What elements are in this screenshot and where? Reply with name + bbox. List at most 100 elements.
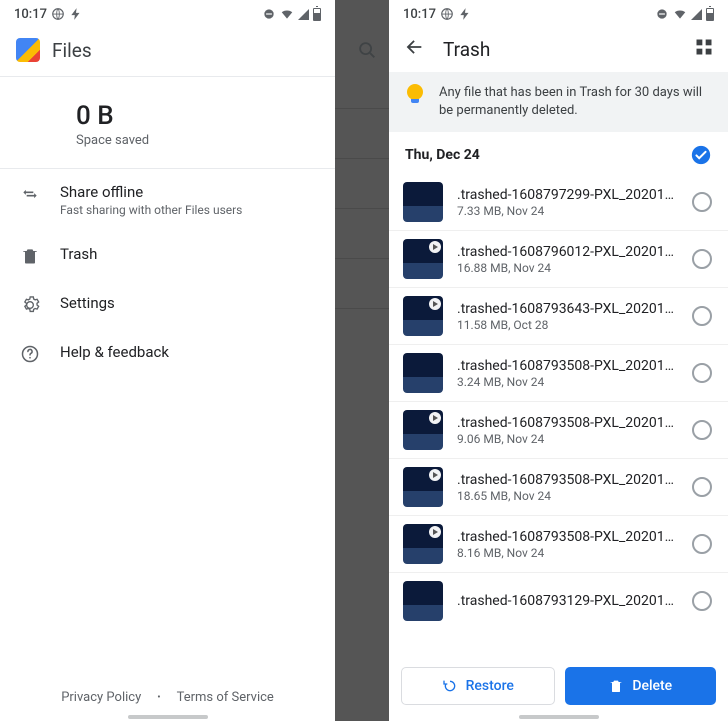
thumbnail: [403, 296, 443, 336]
swap-icon: [20, 184, 40, 204]
trash-item[interactable]: .trashed-1608793508-PXL_20201…9.06 MB, N…: [389, 401, 728, 458]
thumbnail: [403, 182, 443, 222]
select-radio[interactable]: [692, 363, 712, 383]
restore-button[interactable]: Restore: [401, 667, 555, 705]
wifi-icon: [673, 7, 687, 21]
select-all-checkbox[interactable]: [690, 144, 712, 166]
trash-appbar: Trash: [389, 24, 728, 72]
thumbnail: [403, 410, 443, 450]
dnd-icon: [655, 7, 669, 21]
select-radio[interactable]: [692, 306, 712, 326]
delete-label: Delete: [632, 678, 672, 694]
trash-item[interactable]: .trashed-1608793643-PXL_20201…11.58 MB, …: [389, 287, 728, 344]
thumbnail: [403, 467, 443, 507]
gesture-bar: [389, 715, 728, 721]
banner-text: Any file that has been in Trash for 30 d…: [439, 84, 712, 120]
action-bar: Restore Delete: [389, 657, 728, 715]
menu-share-offline[interactable]: Share offline Fast sharing with other Fi…: [0, 169, 335, 231]
file-meta: 11.58 MB, Oct 28: [457, 318, 678, 332]
restore-label: Restore: [466, 678, 514, 694]
menu-label: Trash: [60, 245, 319, 263]
date-section-header: Thu, Dec 24: [389, 132, 728, 174]
drawer-screen: 10:17 Files 0 B Space saved Share offlin…: [0, 0, 335, 721]
file-meta: 9.06 MB, Nov 24: [457, 432, 678, 446]
trash-screen: 10:17 Trash Any file that has been in Tr…: [389, 0, 728, 721]
back-button[interactable]: [403, 36, 425, 62]
space-label: Space saved: [76, 133, 319, 148]
item-info: .trashed-1608793643-PXL_20201…11.58 MB, …: [457, 301, 678, 332]
item-info: .trashed-1608793508-PXL_20201…8.16 MB, N…: [457, 529, 678, 560]
files-logo-icon: [16, 38, 40, 62]
item-info: .trashed-1608793508-PXL_20201…9.06 MB, N…: [457, 415, 678, 446]
drawer-header: Files: [0, 24, 335, 77]
gesture-bar: [0, 715, 335, 721]
select-radio[interactable]: [692, 591, 712, 611]
file-meta: 16.88 MB, Nov 24: [457, 261, 678, 275]
trash-item[interactable]: .trashed-1608797299-PXL_20201…7.33 MB, N…: [389, 174, 728, 230]
trash-item[interactable]: .trashed-1608793508-PXL_20201…8.16 MB, N…: [389, 515, 728, 572]
file-name: .trashed-1608793508-PXL_20201…: [457, 472, 678, 488]
item-info: .trashed-1608793129-PXL_20201…: [457, 593, 678, 609]
view-toggle-button[interactable]: [694, 37, 714, 61]
status-time: 10:17: [403, 7, 436, 22]
trash-item[interactable]: .trashed-1608796012-PXL_20201…16.88 MB, …: [389, 230, 728, 287]
bolt-icon: [458, 7, 472, 21]
trash-icon: [608, 678, 624, 694]
app-name: Files: [52, 39, 92, 62]
check-circle-icon: [690, 144, 712, 166]
delete-button[interactable]: Delete: [565, 667, 717, 705]
file-name: .trashed-1608793129-PXL_20201…: [457, 593, 678, 609]
tos-link[interactable]: Terms of Service: [177, 690, 274, 705]
file-name: .trashed-1608793508-PXL_20201…: [457, 529, 678, 545]
signal-icon: [298, 9, 309, 20]
file-name: .trashed-1608793508-PXL_20201…: [457, 358, 678, 374]
file-name: .trashed-1608797299-PXL_20201…: [457, 187, 678, 203]
status-time: 10:17: [14, 7, 47, 22]
globe-icon: [51, 7, 65, 21]
section-date: Thu, Dec 24: [405, 147, 480, 163]
arrow-left-icon: [403, 36, 425, 58]
select-radio[interactable]: [692, 249, 712, 269]
menu-trash[interactable]: Trash: [0, 231, 335, 280]
gear-icon: [20, 295, 40, 315]
file-meta: 3.24 MB, Nov 24: [457, 375, 678, 389]
scrim[interactable]: [335, 0, 389, 721]
trash-item[interactable]: .trashed-1608793129-PXL_20201…: [389, 572, 728, 629]
trash-icon: [20, 246, 40, 266]
separator-dot: •: [157, 692, 160, 703]
menu-label: Help & feedback: [60, 343, 319, 361]
trash-item[interactable]: .trashed-1608793508-PXL_20201…3.24 MB, N…: [389, 344, 728, 401]
menu-sublabel: Fast sharing with other Files users: [60, 203, 319, 217]
privacy-link[interactable]: Privacy Policy: [61, 690, 141, 705]
select-radio[interactable]: [692, 534, 712, 554]
select-radio[interactable]: [692, 477, 712, 497]
thumbnail: [403, 353, 443, 393]
status-bar: 10:17: [0, 0, 335, 24]
file-meta: 18.65 MB, Nov 24: [457, 489, 678, 503]
item-info: .trashed-1608793508-PXL_20201…3.24 MB, N…: [457, 358, 678, 389]
battery-icon: [706, 8, 714, 21]
trash-list[interactable]: .trashed-1608797299-PXL_20201…7.33 MB, N…: [389, 174, 728, 657]
select-radio[interactable]: [692, 420, 712, 440]
help-icon: [20, 344, 40, 364]
select-radio[interactable]: [692, 192, 712, 212]
menu-help[interactable]: Help & feedback: [0, 329, 335, 378]
file-name: .trashed-1608796012-PXL_20201…: [457, 244, 678, 260]
menu-label: Share offline: [60, 183, 319, 201]
menu-settings[interactable]: Settings: [0, 280, 335, 329]
menu-label: Settings: [60, 294, 319, 312]
info-banner: Any file that has been in Trash for 30 d…: [389, 72, 728, 132]
space-saved-block: 0 B Space saved: [0, 77, 335, 169]
screen-title: Trash: [443, 38, 676, 61]
drawer-menu: Share offline Fast sharing with other Fi…: [0, 169, 335, 676]
trash-item[interactable]: .trashed-1608793508-PXL_20201…18.65 MB, …: [389, 458, 728, 515]
wifi-icon: [280, 7, 294, 21]
search-button[interactable]: [353, 36, 381, 64]
item-info: .trashed-1608797299-PXL_20201…7.33 MB, N…: [457, 187, 678, 218]
grid-icon: [694, 37, 714, 57]
space-value: 0 B: [76, 101, 319, 131]
drawer-footer: Privacy Policy • Terms of Service: [0, 676, 335, 715]
item-info: .trashed-1608793508-PXL_20201…18.65 MB, …: [457, 472, 678, 503]
status-bar: 10:17: [389, 0, 728, 24]
file-meta: 7.33 MB, Nov 24: [457, 204, 678, 218]
